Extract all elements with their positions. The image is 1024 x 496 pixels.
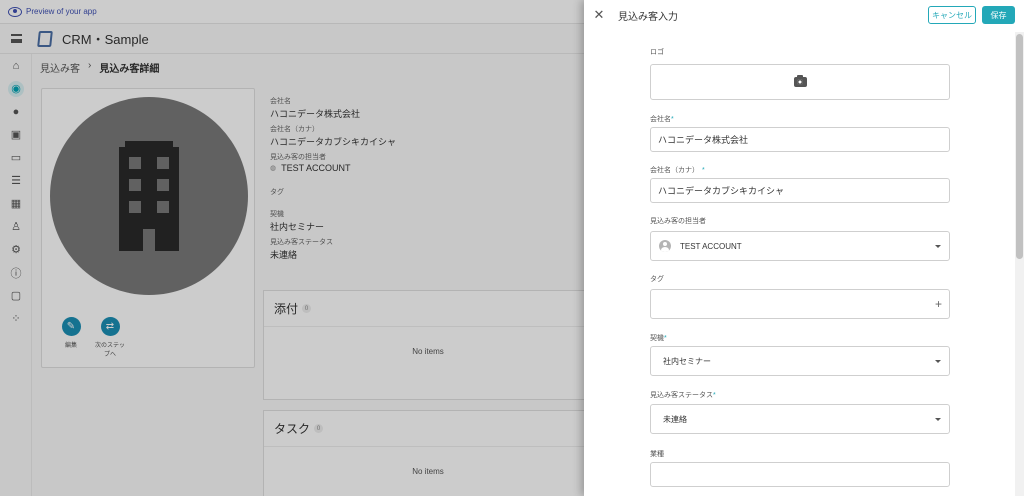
required-mark: * — [713, 392, 716, 399]
required-mark: * — [671, 116, 674, 123]
kana-label-text: 会社名（カナ） — [650, 167, 699, 174]
owner-select-value: TEST ACCOUNT — [680, 241, 742, 251]
company-input[interactable]: ハコニデータ株式会社 — [650, 127, 950, 152]
chevron-down-icon — [935, 360, 941, 363]
kana-input[interactable]: ハコニデータカブシキカイシャ — [650, 178, 950, 203]
chevron-down-icon — [935, 245, 941, 248]
drawer-header: ✕ 見込み客入力 キャンセル 保存 — [584, 0, 1015, 30]
cancel-button[interactable]: キャンセル — [928, 6, 976, 24]
modal-overlay[interactable] — [0, 0, 584, 496]
status-select-value: 未連絡 — [663, 414, 687, 424]
close-icon: ✕ — [593, 7, 605, 22]
logo-upload[interactable] — [650, 64, 950, 100]
status-label-text: 見込み客ステータス — [650, 392, 713, 399]
required-mark: * — [702, 167, 705, 174]
opportunity-select[interactable]: 社内セミナー — [650, 346, 950, 376]
opportunity-label-text: 契機 — [650, 335, 664, 342]
save-button[interactable]: 保存 — [982, 6, 1015, 24]
logo-label: ロゴ — [650, 49, 664, 56]
owner-select[interactable]: TEST ACCOUNT — [650, 231, 950, 261]
kana-label: 会社名（カナ） * — [650, 165, 705, 175]
scrollbar[interactable] — [1015, 32, 1024, 496]
status-select[interactable]: 未連絡 — [650, 404, 950, 434]
company-label: 会社名* — [650, 114, 674, 124]
drawer-title: 見込み客入力 — [618, 11, 678, 23]
plus-icon[interactable]: + — [935, 297, 942, 311]
owner-label: 見込み客の担当者 — [650, 218, 706, 225]
camera-icon — [793, 75, 807, 87]
required-mark: * — [664, 335, 667, 342]
industry-input[interactable] — [650, 462, 950, 487]
status-label: 見込み客ステータス* — [650, 390, 716, 400]
opportunity-label: 契機* — [650, 333, 667, 343]
industry-label: 業種 — [650, 451, 664, 458]
tag-label: タグ — [650, 276, 664, 283]
chevron-down-icon — [935, 418, 941, 421]
user-avatar-icon — [659, 240, 671, 252]
scrollbar-thumb[interactable] — [1016, 34, 1023, 259]
close-button[interactable]: ✕ — [592, 7, 606, 22]
prospect-edit-drawer: ✕ 見込み客入力 キャンセル 保存 ロゴ 会社名* ハコニデータ株式会社 会社名… — [584, 0, 1024, 496]
opportunity-select-value: 社内セミナー — [663, 356, 711, 366]
tag-input[interactable]: + — [650, 289, 950, 319]
company-label-text: 会社名 — [650, 116, 671, 123]
